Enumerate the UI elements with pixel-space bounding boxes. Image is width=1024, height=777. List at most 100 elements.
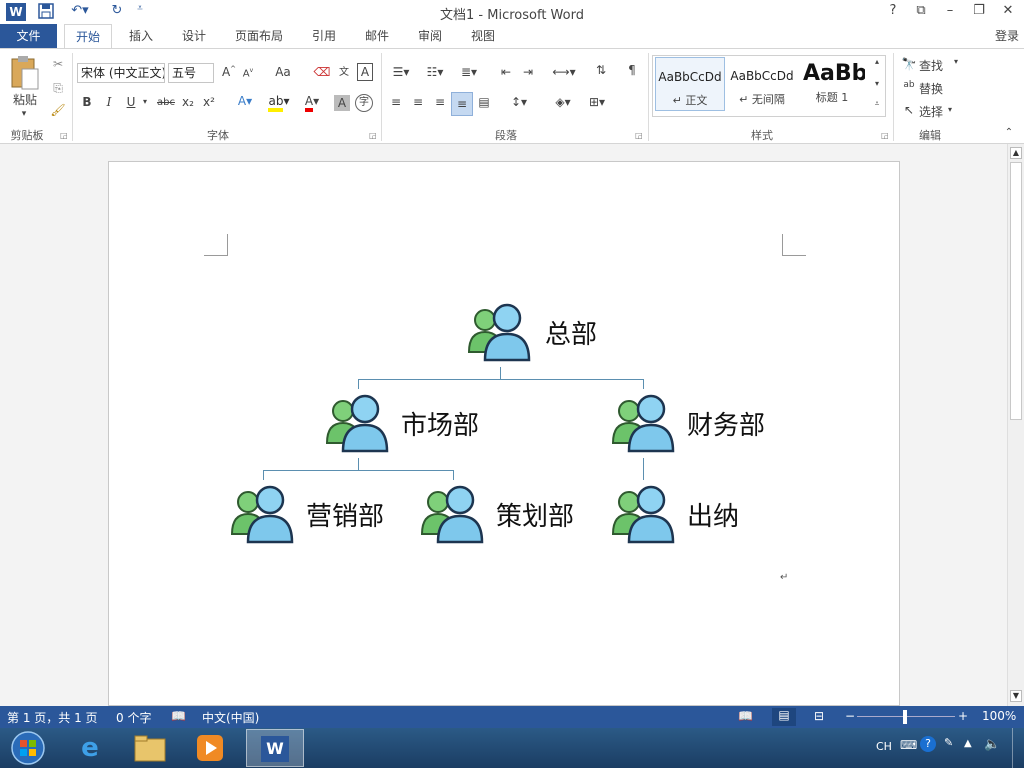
distributed-icon[interactable]: ▤ [476,95,492,109]
keyboard-icon[interactable]: ⌨ [900,738,917,752]
help-tray-icon[interactable]: ? [920,736,936,752]
tab-view[interactable]: 视图 [464,24,502,48]
page-count[interactable]: 第 1 页，共 1 页 [7,709,98,726]
justify-icon[interactable]: ≡ [451,92,473,116]
grow-font-icon[interactable]: A^ [220,65,238,79]
change-case-button[interactable]: Aa [268,65,298,79]
language-indicator[interactable]: 中文(中国) [202,709,259,726]
collapse-ribbon-icon[interactable]: ⌃ [1003,127,1015,138]
align-right-icon[interactable]: ≡ [432,95,448,109]
zoom-out-button[interactable]: − [845,709,855,723]
select-cursor-icon[interactable]: ↖ [900,103,918,117]
tab-design[interactable]: 设计 [175,24,213,48]
paragraph-launcher-icon[interactable]: ◲ [635,131,643,140]
superscript-button[interactable]: x² [201,95,217,109]
strikethrough-button[interactable]: abc [155,97,177,108]
paste-dropdown-icon[interactable]: ▾ [18,109,30,119]
replace-icon[interactable]: ab [900,80,918,90]
styles-scroll-down-icon[interactable]: ▾ [870,79,884,88]
bullets-icon[interactable]: ☰▾ [387,65,415,79]
align-left-icon[interactable]: ≡ [388,95,404,109]
web-layout-icon[interactable]: ⊟ [814,709,824,723]
tab-insert[interactable]: 插入 [122,24,160,48]
zoom-in-button[interactable]: + [958,709,968,723]
show-formatting-marks-icon[interactable]: ¶ [623,63,641,77]
style-no-spacing[interactable]: AaBbCcDd ↵ 无间隔 [727,57,797,111]
italic-button[interactable]: I [102,95,116,109]
multilevel-list-icon[interactable]: ≣▾ [455,65,483,79]
subscript-button[interactable]: x₂ [180,95,196,109]
styles-launcher-icon[interactable]: ◲ [881,131,889,140]
restore-button[interactable]: ❐ [967,3,991,21]
borders-icon[interactable]: ⊞▾ [583,95,611,109]
tab-home[interactable]: 开始 [64,24,112,49]
increase-indent-icon[interactable]: ⇥ [518,65,538,79]
underline-dropdown-icon[interactable]: ▾ [140,97,150,106]
help-button[interactable]: ? [881,3,905,21]
decrease-indent-icon[interactable]: ⇤ [496,65,516,79]
find-button[interactable]: 查找 [919,57,947,74]
scroll-thumb[interactable] [1010,162,1022,420]
numbering-icon[interactable]: ☷▾ [421,65,449,79]
bold-button[interactable]: B [80,95,94,109]
zoom-slider-thumb[interactable] [903,710,907,724]
styles-scroll-up-icon[interactable]: ▴ [870,57,884,66]
ribbon-display-options-button[interactable]: ⧉ [909,3,933,21]
character-shading-icon[interactable]: A [334,95,350,111]
word-taskbar-button[interactable]: W [246,729,304,767]
styles-more-icon[interactable]: ⩡ [870,99,884,109]
word-count[interactable]: 0 个字 [116,709,151,726]
highlight-icon[interactable]: ab▾ [264,94,294,112]
align-center-icon[interactable]: ≡ [410,95,426,109]
paste-button[interactable]: 粘贴 [8,91,42,108]
start-orb-icon[interactable] [0,730,56,766]
close-button[interactable]: ✕ [996,3,1020,21]
shading-icon[interactable]: ◈▾ [549,95,577,109]
show-hidden-icons-icon[interactable]: ▲ [964,738,972,749]
style-heading-1[interactable]: AaBb 标题 1 [799,57,865,111]
phonetic-guide-icon[interactable]: 文 [335,63,353,78]
shrink-font-icon[interactable]: Av [240,67,256,79]
show-desktop-button[interactable] [1012,728,1024,768]
print-layout-icon[interactable]: ▤ [772,708,796,726]
clipboard-launcher-icon[interactable]: ◲ [60,131,68,140]
scroll-up-icon[interactable]: ▲ [1010,147,1022,159]
document-page[interactable]: 总部 市场部 财务部 营销部 策划部 出纳 ↵ [108,161,900,706]
media-player-icon[interactable] [182,730,238,766]
proofing-icon[interactable]: 📖 [171,709,186,723]
paste-icon[interactable] [8,55,42,95]
select-button[interactable]: 选择 [919,103,947,120]
copy-icon[interactable]: ⎘ [50,81,66,96]
tab-references[interactable]: 引用 [305,24,343,48]
line-spacing-icon[interactable]: ↕▾ [505,95,533,109]
character-border-icon[interactable]: A [357,63,373,81]
font-size-combo[interactable]: 五号 [168,63,214,83]
pen-tray-icon[interactable]: ✎ [944,736,953,749]
minimize-button[interactable]: – [938,3,962,21]
read-mode-icon[interactable]: 📖 [738,709,753,723]
replace-button[interactable]: 替换 [919,80,947,97]
sort-icon[interactable]: ⇅ [592,63,610,77]
tab-review[interactable]: 审阅 [411,24,449,48]
underline-button[interactable]: U [124,95,138,109]
scroll-down-icon[interactable]: ▼ [1010,690,1022,702]
sign-in-link[interactable]: 登录 [990,24,1024,48]
tab-layout[interactable]: 页面布局 [228,24,290,48]
tab-mailings[interactable]: 邮件 [358,24,396,48]
style-normal[interactable]: AaBbCcDd ↵ 正文 [655,57,725,111]
font-color-icon[interactable]: A▾ [298,94,326,112]
tab-file[interactable]: 文件 [0,24,57,48]
volume-icon[interactable]: 🔈 [984,737,1000,752]
cut-icon[interactable]: ✂ [50,57,66,71]
enclose-characters-icon[interactable]: 字 [355,94,373,112]
font-launcher-icon[interactable]: ◲ [369,131,377,140]
ie-icon[interactable]: e [62,730,118,766]
text-effects-icon[interactable]: A▾ [232,94,258,108]
select-dropdown-icon[interactable]: ▾ [945,105,955,114]
vertical-scrollbar[interactable]: ▲ ▼ [1007,144,1024,706]
find-dropdown-icon[interactable]: ▾ [951,57,961,66]
chinese-layout-icon[interactable]: ⟷▾ [550,65,578,79]
explorer-icon[interactable] [122,730,178,766]
clear-formatting-icon[interactable]: ⌫ [312,65,332,79]
format-painter-icon[interactable]: 🖌 [50,103,66,117]
